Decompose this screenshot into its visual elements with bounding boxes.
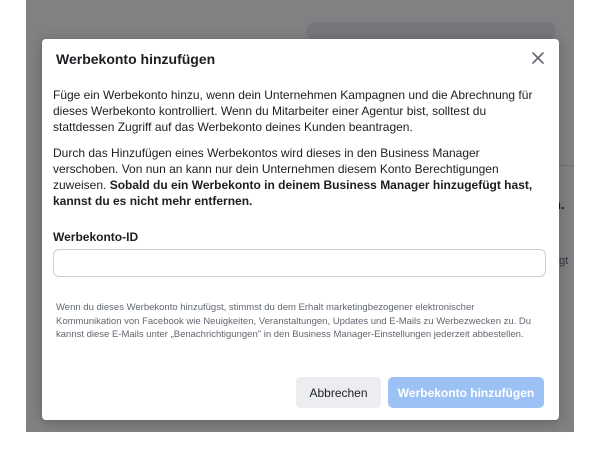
warning-paragraph: Durch das Hinzufügen eines Werbekontos w… xyxy=(53,145,547,209)
ad-account-id-label: Werbekonto-ID xyxy=(53,230,139,244)
intro-paragraph: Füge ein Werbekonto hinzu, wenn dein Unt… xyxy=(53,88,533,134)
dialog-title: Werbekonto hinzufügen xyxy=(56,51,216,67)
warning-bold-text: Sobald du ein Werbekonto in deinem Busin… xyxy=(53,178,533,208)
add-ad-account-dialog: Werbekonto hinzufügen Füge ein Werbekont… xyxy=(42,39,559,420)
dialog-body: Füge ein Werbekonto hinzu, wenn dein Unt… xyxy=(53,87,547,219)
cancel-button[interactable]: Abbrechen xyxy=(296,377,381,408)
close-button[interactable] xyxy=(529,49,547,67)
ad-account-id-input[interactable] xyxy=(53,249,546,277)
dialog-header: Werbekonto hinzufügen xyxy=(42,39,559,79)
close-icon xyxy=(532,52,544,64)
marketing-disclaimer: Wenn du dieses Werbekonto hinzufügst, st… xyxy=(56,302,532,340)
add-ad-account-button[interactable]: Werbekonto hinzufügen xyxy=(388,377,544,408)
